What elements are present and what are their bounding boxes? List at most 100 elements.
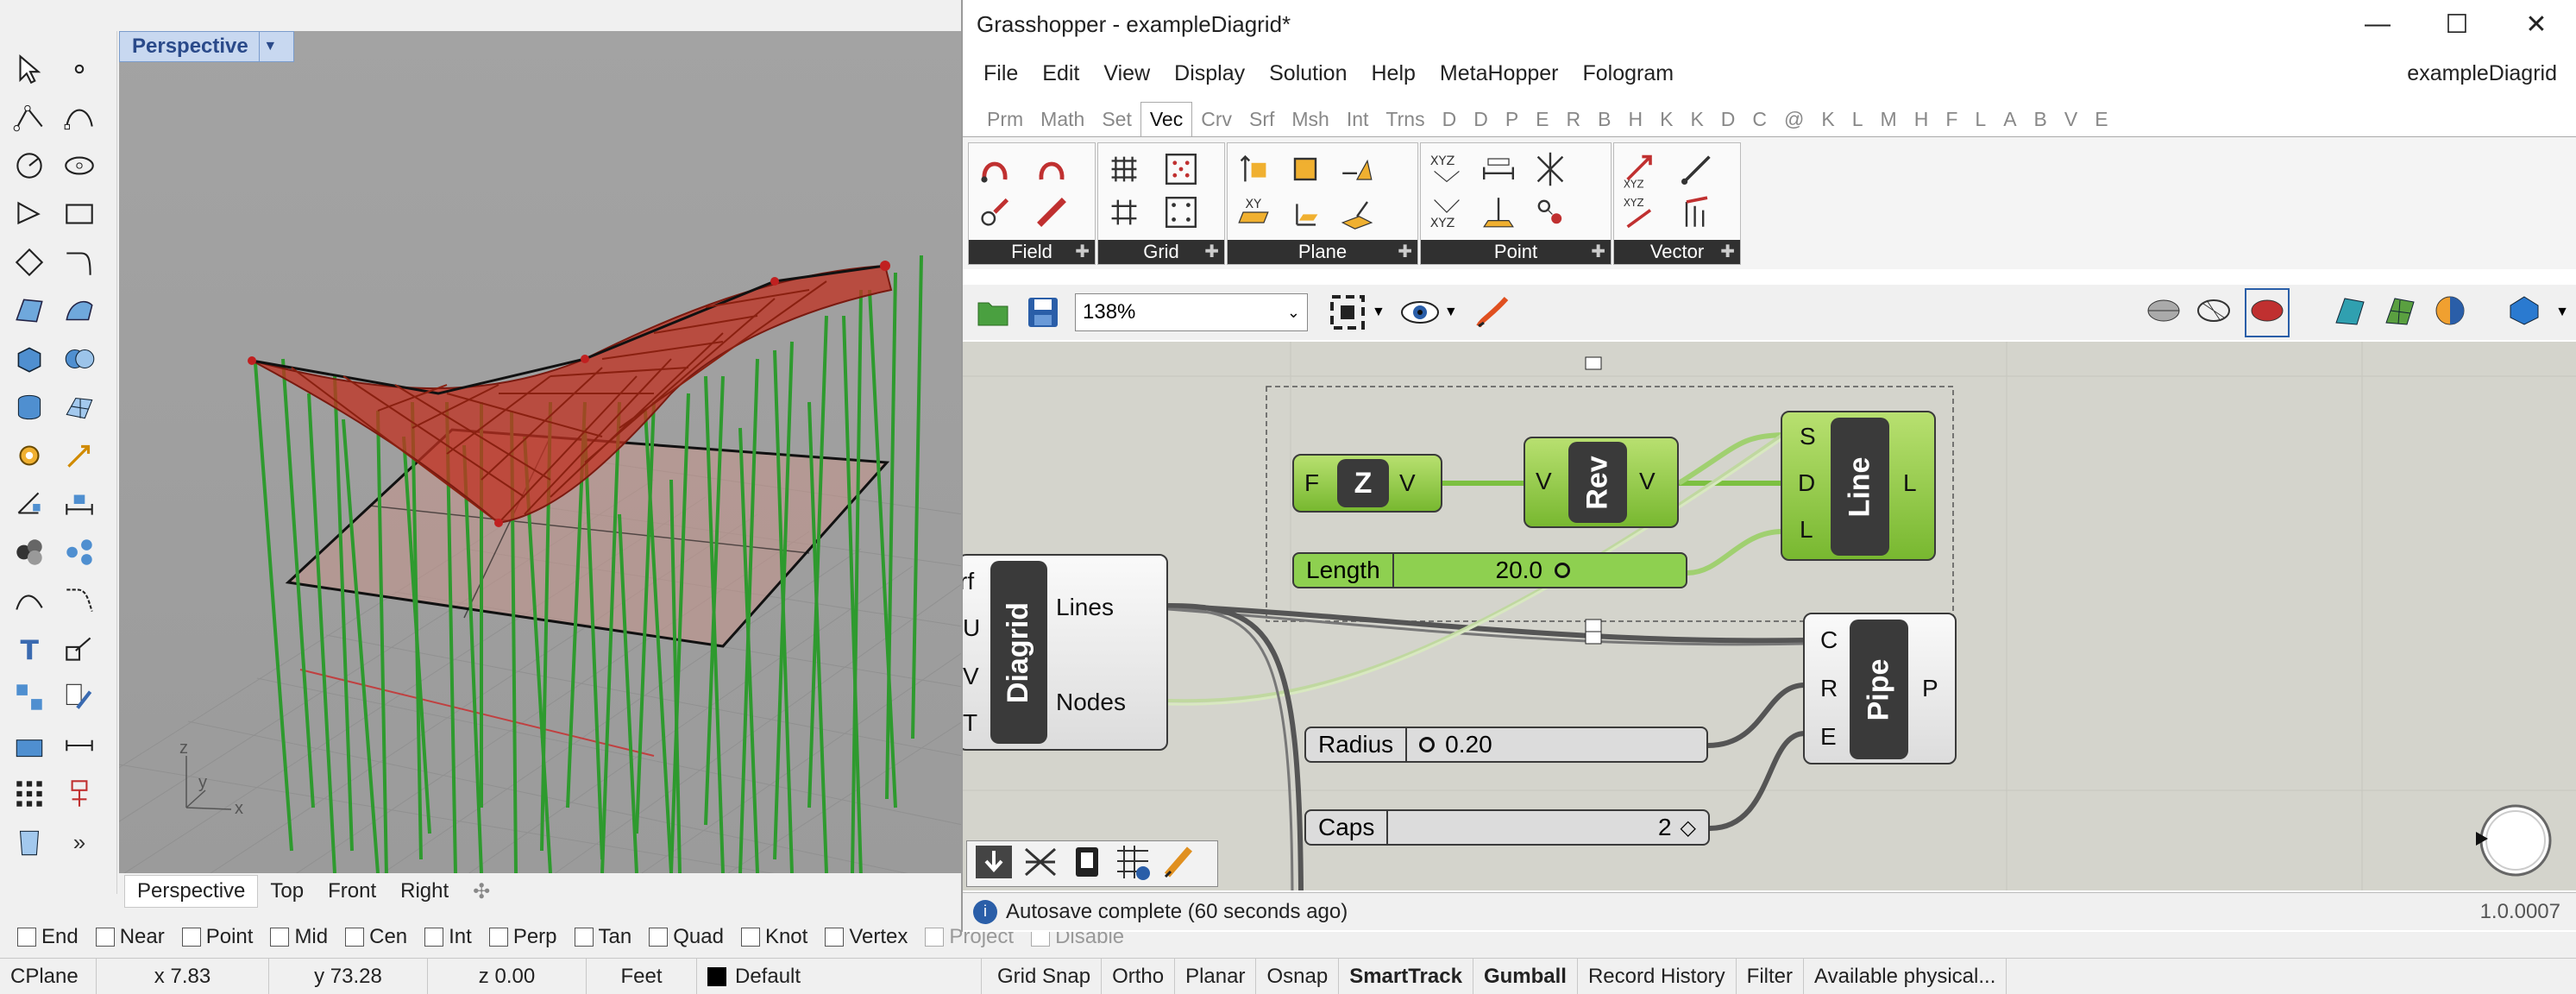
slider-knob[interactable]: ◇ bbox=[1681, 815, 1696, 840]
closest-point-icon[interactable] bbox=[1530, 192, 1571, 233]
sketch-pen-icon[interactable] bbox=[1470, 293, 1515, 332]
menu-help[interactable]: Help bbox=[1371, 61, 1415, 86]
filter-toggle[interactable]: Filter bbox=[1737, 959, 1805, 994]
record-history-toggle[interactable]: Record History bbox=[1578, 959, 1737, 994]
point-xyz-icon[interactable]: XYZ bbox=[1426, 148, 1467, 190]
ortho-toggle[interactable]: Ortho bbox=[1102, 959, 1176, 994]
osnap-point[interactable]: Point bbox=[181, 925, 253, 949]
tab-plugin[interactable]: B bbox=[2026, 103, 2056, 136]
edit-pencil-icon[interactable] bbox=[59, 676, 100, 718]
blend-curve-icon[interactable] bbox=[59, 580, 100, 621]
layout-icon[interactable] bbox=[9, 725, 50, 766]
bake-icon[interactable] bbox=[974, 844, 1014, 884]
fologram-icon[interactable] bbox=[1160, 844, 1200, 884]
menu-solution[interactable]: Solution bbox=[1269, 61, 1347, 86]
caps-slider[interactable]: Caps 2 ◇ bbox=[1304, 809, 1710, 846]
tab-plugin[interactable]: P bbox=[1497, 103, 1527, 136]
preview-mesh-icon[interactable] bbox=[2331, 292, 2369, 334]
length-slider[interactable]: Length 20.0 bbox=[1292, 552, 1687, 588]
osnap-cen[interactable]: Cen bbox=[345, 925, 407, 949]
tab-plugin[interactable]: B bbox=[1589, 103, 1619, 136]
length-slider-track[interactable]: 20.0 bbox=[1394, 554, 1686, 587]
layer-selector[interactable]: Default bbox=[697, 959, 982, 994]
tab-plugin[interactable]: R bbox=[1558, 103, 1590, 136]
materials-icon[interactable] bbox=[59, 532, 100, 573]
menu-metahopper[interactable]: MetaHopper bbox=[1440, 61, 1559, 86]
disable-icon[interactable] bbox=[1021, 844, 1060, 884]
tab-plugin[interactable]: K bbox=[1813, 103, 1843, 136]
tab-plugin[interactable]: H bbox=[1906, 103, 1938, 136]
menu-view[interactable]: View bbox=[1103, 61, 1150, 86]
distance-icon[interactable] bbox=[1478, 148, 1519, 190]
osnap-perp[interactable]: Perp bbox=[488, 925, 557, 949]
zoom-extents-icon[interactable] bbox=[1325, 293, 1370, 332]
reverse-component[interactable]: V Rev V bbox=[1524, 437, 1679, 528]
preview-toggle-icon[interactable] bbox=[1067, 844, 1107, 884]
array-icon[interactable] bbox=[9, 676, 50, 718]
curve-cv-icon[interactable] bbox=[59, 97, 100, 138]
minimize-icon[interactable]: — bbox=[2338, 0, 2417, 48]
fillet-curve-icon[interactable] bbox=[59, 242, 100, 283]
text-icon[interactable]: T bbox=[9, 628, 50, 670]
preview-eye-icon[interactable] bbox=[1398, 293, 1442, 332]
save-file-icon[interactable] bbox=[1023, 293, 1063, 332]
chevron-down-icon[interactable]: ▼ bbox=[258, 32, 281, 61]
perspective-viewport[interactable]: z y x Perspective ▼ bbox=[119, 31, 963, 873]
viewport-title-tab[interactable]: Perspective ▼ bbox=[119, 31, 294, 62]
menu-display[interactable]: Display bbox=[1174, 61, 1245, 86]
dimension-icon[interactable] bbox=[59, 483, 100, 525]
tab-plugin[interactable]: @ bbox=[1775, 103, 1813, 136]
surface-icon[interactable] bbox=[9, 290, 50, 331]
tab-plugin[interactable]: E bbox=[1527, 103, 1557, 136]
menu-file[interactable]: File bbox=[983, 61, 1018, 86]
tab-prm[interactable]: Prm bbox=[978, 103, 1032, 136]
polyline-icon[interactable] bbox=[9, 97, 50, 138]
osnap-toggle[interactable]: Osnap bbox=[1256, 959, 1340, 994]
field-icon[interactable] bbox=[974, 148, 1015, 190]
pipe-component[interactable]: C R E Pipe P bbox=[1803, 613, 1957, 764]
tab-vec[interactable]: Vec bbox=[1140, 102, 1193, 136]
mesh-icon[interactable] bbox=[59, 387, 100, 428]
line-component[interactable]: S D L Line L bbox=[1781, 411, 1936, 561]
open-file-icon[interactable] bbox=[973, 293, 1013, 332]
box-icon[interactable] bbox=[9, 338, 50, 380]
tab-plugin[interactable]: C bbox=[1744, 103, 1775, 136]
chevron-down-icon[interactable]: ▼ bbox=[2555, 305, 2569, 320]
unit-z-component[interactable]: F Z V bbox=[1292, 454, 1442, 513]
transform-icon[interactable] bbox=[59, 435, 100, 476]
polygon-icon[interactable] bbox=[9, 242, 50, 283]
tab-plugin[interactable]: D bbox=[1434, 103, 1466, 136]
render-icon[interactable] bbox=[9, 532, 50, 573]
osnap-int[interactable]: Int bbox=[424, 925, 472, 949]
tab-plugin[interactable]: F bbox=[1937, 103, 1966, 136]
arc-icon[interactable] bbox=[9, 193, 50, 235]
tab-crv[interactable]: Crv bbox=[1192, 103, 1241, 136]
tab-srf[interactable]: Srf bbox=[1241, 103, 1283, 136]
osnap-quad[interactable]: Quad bbox=[649, 925, 724, 949]
grid-icon[interactable] bbox=[1160, 148, 1202, 190]
dimension-linear-icon[interactable] bbox=[59, 725, 100, 766]
expand-icon[interactable]: ✚ bbox=[1398, 241, 1412, 262]
circle-icon[interactable] bbox=[9, 145, 50, 186]
planar-toggle[interactable]: Planar bbox=[1175, 959, 1257, 994]
vector-display-icon[interactable] bbox=[1676, 192, 1718, 233]
plane-icon[interactable] bbox=[1285, 192, 1326, 233]
osnap-mid[interactable]: Mid bbox=[270, 925, 328, 949]
maximize-icon[interactable]: ☐ bbox=[2417, 0, 2497, 48]
boolean-icon[interactable] bbox=[59, 338, 100, 380]
analyze-icon[interactable] bbox=[9, 483, 50, 525]
preview-colour-icon[interactable] bbox=[2431, 292, 2469, 334]
tab-right[interactable]: Right bbox=[388, 876, 461, 907]
grid-icon[interactable] bbox=[1103, 148, 1145, 190]
project-point-icon[interactable] bbox=[1478, 192, 1519, 233]
vector-xyz-icon[interactable]: XYZ bbox=[1619, 148, 1661, 190]
point-icon[interactable] bbox=[59, 48, 100, 90]
osnap-knot[interactable]: Knot bbox=[740, 925, 807, 949]
deconstruct-vector-icon[interactable]: XYZ bbox=[1619, 192, 1661, 233]
menu-fologram[interactable]: Fologram bbox=[1582, 61, 1674, 86]
gh-canvas[interactable]: F Z V V Rev V S D L Line L rf U V T Diag… bbox=[963, 342, 2576, 890]
tab-plugin[interactable]: D bbox=[1465, 103, 1497, 136]
tab-plugin[interactable]: L bbox=[1966, 103, 1995, 136]
cylinder-icon[interactable] bbox=[9, 387, 50, 428]
cluster-icon[interactable] bbox=[1114, 844, 1153, 884]
